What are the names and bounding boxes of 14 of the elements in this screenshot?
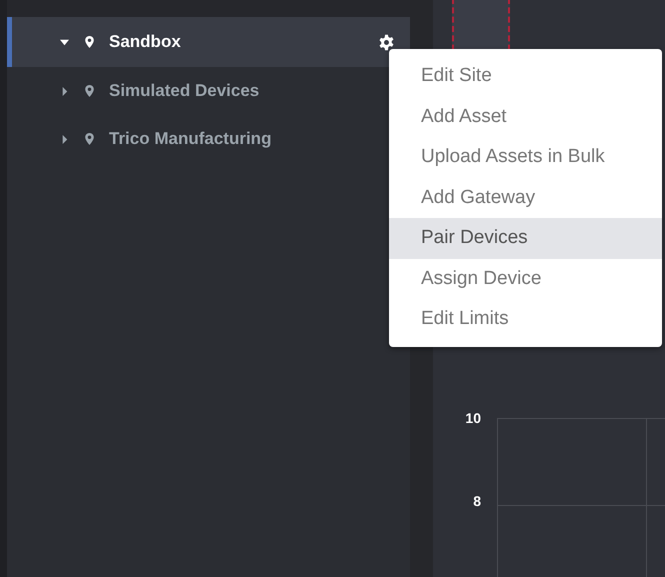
menu-item[interactable]: Edit Limits bbox=[389, 299, 662, 340]
menu-item[interactable]: Assign Device bbox=[389, 258, 662, 299]
menu-item[interactable]: Add Gateway bbox=[389, 178, 662, 218]
caret-down-icon[interactable] bbox=[60, 38, 69, 46]
y-axis-label: 10 bbox=[465, 410, 482, 426]
settings-icon[interactable] bbox=[378, 34, 395, 51]
caret-right-icon[interactable] bbox=[60, 134, 69, 144]
map-pin-icon bbox=[85, 85, 94, 97]
y-axis-label: 8 bbox=[473, 493, 482, 509]
menu-item[interactable]: Pair Devices bbox=[389, 218, 662, 258]
caret-right-icon[interactable] bbox=[60, 86, 69, 96]
map-pin-icon bbox=[85, 36, 94, 48]
map-pin-icon bbox=[85, 133, 94, 145]
site-tree-item[interactable]: Sandbox bbox=[7, 17, 410, 67]
